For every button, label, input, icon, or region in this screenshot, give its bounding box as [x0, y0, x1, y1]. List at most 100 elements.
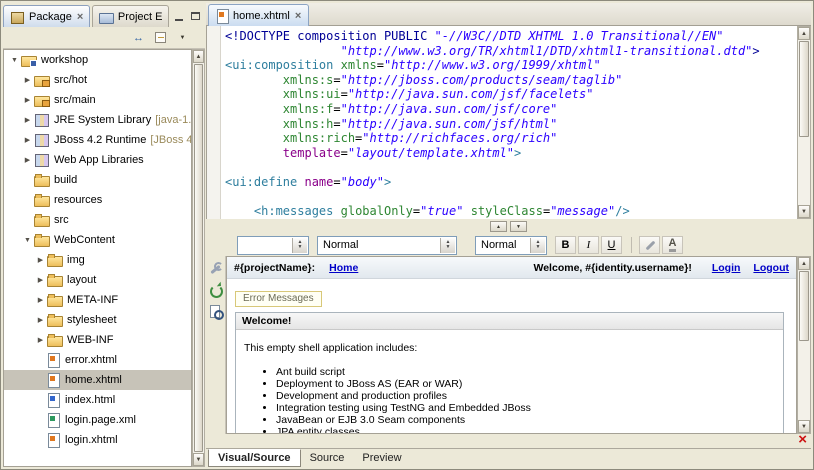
collapsed-arrow-icon[interactable]: ▶: [34, 316, 47, 324]
editor-tab-home-xhtml[interactable]: home.xhtml ×: [208, 4, 309, 26]
code-line[interactable]: xmlns:f="http://java.sun.com/jsf/core": [225, 102, 795, 117]
splitter-up-icon[interactable]: ▲: [490, 221, 507, 232]
paragraph-combo[interactable]: Normal ▲▼: [317, 236, 457, 255]
design-icon[interactable]: [208, 304, 224, 320]
code-line[interactable]: template="layout/template.xhtml">: [225, 146, 795, 161]
code-line[interactable]: <h:messages globalOnly="true" styleClass…: [225, 204, 795, 219]
tree-item-web-app-libraries[interactable]: ▶Web App Libraries: [4, 150, 191, 170]
underline-button[interactable]: U: [601, 236, 622, 254]
expanded-arrow-icon[interactable]: ▼: [21, 237, 34, 244]
collapsed-arrow-icon[interactable]: ▶: [21, 156, 34, 164]
tree-item-home-xhtml[interactable]: home.xhtml: [4, 370, 191, 390]
tree-item-meta-inf[interactable]: ▶META-INF: [4, 290, 191, 310]
code-line[interactable]: <ui:define name="body">: [225, 175, 795, 190]
xhtml-file-icon: [216, 9, 229, 23]
features-list: Ant build scriptDeployment to JBoss AS (…: [244, 366, 775, 434]
tree-item-layout[interactable]: ▶ layout: [4, 270, 191, 290]
combo-arrows-icon[interactable]: ▲▼: [292, 238, 307, 253]
style-combo[interactable]: ▲▼: [237, 236, 309, 255]
tree-item-webcontent[interactable]: ▼WebContent: [4, 230, 191, 250]
italic-button[interactable]: I: [578, 236, 599, 254]
code-line[interactable]: xmlns:h="http://java.sun.com/jsf/html": [225, 117, 795, 132]
scroll-up-icon[interactable]: ▲: [193, 50, 204, 63]
code-line[interactable]: "http://www.w3.org/TR/xhtml1/DTD/xhtml1-…: [225, 44, 795, 59]
tree-item-jre-system-library[interactable]: ▶JRE System Library[java-1.5: [4, 110, 191, 130]
code-line[interactable]: [225, 160, 795, 175]
refresh-icon[interactable]: [208, 282, 224, 298]
tab-project-explorer[interactable]: Project E: [92, 5, 169, 27]
close-icon[interactable]: ×: [77, 11, 83, 23]
tree-item-label: layout: [67, 274, 96, 286]
tree-item-workshop[interactable]: ▼workshop: [4, 50, 191, 70]
tree-item-stylesheet[interactable]: ▶stylesheet: [4, 310, 191, 330]
code-line[interactable]: <ui:composition xmlns="http://www.w3.org…: [225, 58, 795, 73]
scroll-up-icon[interactable]: ▲: [798, 27, 810, 40]
minimize-view-icon[interactable]: [171, 9, 186, 23]
tree-item-resources[interactable]: resources: [4, 190, 191, 210]
collapsed-arrow-icon[interactable]: ▶: [21, 116, 34, 124]
tab-preview[interactable]: Preview: [353, 449, 410, 467]
tree-item-src-hot[interactable]: ▶src/hot: [4, 70, 191, 90]
collapsed-arrow-icon[interactable]: ▶: [21, 136, 34, 144]
error-indicator-icon[interactable]: ×: [798, 433, 807, 447]
scrollbar-thumb[interactable]: [194, 64, 203, 452]
home-link[interactable]: Home: [329, 262, 358, 274]
tree-item-src-main[interactable]: ▶src/main: [4, 90, 191, 110]
collapsed-arrow-icon[interactable]: ▶: [34, 296, 47, 304]
code-line[interactable]: xmlns:ui="http://java.sun.com/jsf/facele…: [225, 87, 795, 102]
collapse-all-icon[interactable]: [155, 32, 166, 43]
scroll-down-icon[interactable]: ▼: [798, 205, 810, 218]
logout-link[interactable]: Logout: [753, 262, 789, 274]
bold-button[interactable]: B: [555, 236, 576, 254]
scrollbar-thumb[interactable]: [799, 271, 809, 341]
tree-item-img[interactable]: ▶img: [4, 250, 191, 270]
maximize-view-icon[interactable]: [188, 9, 203, 23]
highlight-color-button[interactable]: [639, 236, 660, 254]
collapsed-arrow-icon[interactable]: ▶: [21, 76, 34, 84]
combo-arrows-icon[interactable]: ▲▼: [440, 238, 455, 253]
tree-item-error-xhtml[interactable]: error.xhtml: [4, 350, 191, 370]
tab-visual-source[interactable]: Visual/Source: [208, 449, 301, 467]
annotation-ruler[interactable]: [207, 26, 221, 219]
tree-item-index-html[interactable]: index.html: [4, 390, 191, 410]
tree-scrollbar[interactable]: ▲ ▼: [192, 49, 205, 467]
link-with-editor-icon[interactable]: [130, 30, 147, 45]
combo-arrows-icon[interactable]: ▲▼: [530, 238, 545, 253]
code-line[interactable]: xmlns:rich="http://richfaces.org/rich": [225, 131, 795, 146]
tree-item-login-page-xml[interactable]: login.page.xml: [4, 410, 191, 430]
code-line[interactable]: <!DOCTYPE composition PUBLIC "-//W3C//DT…: [225, 29, 795, 44]
scroll-up-icon[interactable]: ▲: [798, 257, 810, 270]
visual-scrollbar[interactable]: ▲ ▼: [797, 256, 811, 434]
tree-item-label: WEB-INF: [67, 334, 113, 346]
font-combo[interactable]: Normal ▲▼: [475, 236, 547, 255]
editor-splitter[interactable]: ▲ ▼: [206, 219, 811, 234]
code-line[interactable]: xmlns:s="http://jboss.com/products/seam/…: [225, 73, 795, 88]
tree-item-build[interactable]: build: [4, 170, 191, 190]
source-editor[interactable]: <!DOCTYPE composition PUBLIC "-//W3C//DT…: [206, 26, 811, 219]
scrollbar-thumb[interactable]: [799, 41, 809, 137]
error-messages-placeholder[interactable]: Error Messages: [235, 291, 322, 307]
expanded-arrow-icon[interactable]: ▼: [8, 57, 21, 64]
tab-source[interactable]: Source: [301, 449, 354, 467]
collapsed-arrow-icon[interactable]: ▶: [34, 336, 47, 344]
font-color-button[interactable]: A: [662, 236, 683, 254]
scroll-down-icon[interactable]: ▼: [193, 453, 204, 466]
collapsed-arrow-icon[interactable]: ▶: [21, 96, 34, 104]
collapsed-arrow-icon[interactable]: ▶: [34, 276, 47, 284]
tab-package-explorer[interactable]: Package ×: [3, 5, 90, 27]
login-link[interactable]: Login: [712, 262, 741, 274]
tree-item-web-inf[interactable]: ▶ WEB-INF: [4, 330, 191, 350]
splitter-down-icon[interactable]: ▼: [510, 221, 527, 232]
code-lines[interactable]: <!DOCTYPE composition PUBLIC "-//W3C//DT…: [225, 29, 795, 219]
collapsed-arrow-icon[interactable]: ▶: [34, 256, 47, 264]
preferences-icon[interactable]: [208, 260, 224, 276]
code-line[interactable]: [225, 190, 795, 205]
close-icon[interactable]: ×: [295, 10, 301, 22]
tree-item-login-xhtml[interactable]: login.xhtml: [4, 430, 191, 450]
visual-page-canvas[interactable]: #{projectName}: Home Welcome, #{identity…: [226, 256, 797, 434]
tree-item-jboss-4-2-runtime[interactable]: ▶JBoss 4.2 Runtime[JBoss 4.: [4, 130, 191, 150]
view-menu-icon[interactable]: [174, 30, 191, 45]
tree-item-src[interactable]: src: [4, 210, 191, 230]
library-icon: [34, 113, 49, 127]
source-scrollbar[interactable]: ▲ ▼: [797, 26, 811, 219]
